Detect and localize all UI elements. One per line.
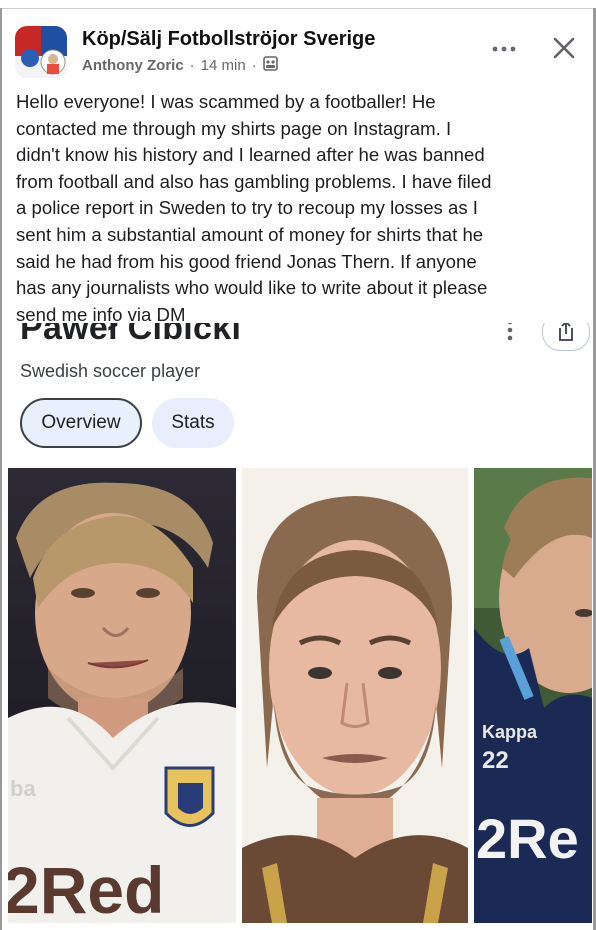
close-icon: [553, 37, 575, 59]
more-options-button[interactable]: [488, 35, 520, 59]
kit-brand-text: ba: [10, 776, 36, 801]
player-photo-3[interactable]: Kappa 22 2Re: [474, 468, 592, 923]
tab-overview[interactable]: Overview: [20, 398, 142, 448]
entity-subtitle: Swedish soccer player: [20, 361, 201, 381]
tab-stats[interactable]: Stats: [152, 398, 234, 448]
group-name[interactable]: Köp/Sälj Fotbollströjor Sverige: [82, 28, 375, 51]
meta-separator: ·: [251, 57, 257, 74]
author-name[interactable]: Anthony Zoric: [82, 57, 184, 74]
post-meta: Anthony Zoric · 14 min ·: [82, 56, 278, 75]
kp-more-button[interactable]: [500, 323, 520, 343]
group-audience-icon: [262, 56, 278, 75]
share-icon: [559, 323, 573, 341]
post-body-text: Hello everyone! I was scammed by a footb…: [16, 91, 492, 325]
image-carousel: ba 2Red Kappa 22 2Re: [2, 468, 593, 930]
player-photo-1[interactable]: ba 2Red: [8, 468, 236, 923]
close-button[interactable]: [549, 33, 579, 63]
knowledge-panel: Paweł Cibicki Swedish soccer player Over…: [2, 323, 593, 468]
kit-sponsor-text: 2Red: [8, 853, 164, 923]
kit-sponsor-text-3: 2Re: [476, 807, 579, 870]
player-photo-2[interactable]: [242, 468, 468, 923]
more-horizontal-icon: [492, 46, 516, 52]
entity-title: Paweł Cibicki: [20, 323, 242, 347]
meta-separator: ·: [189, 57, 195, 74]
top-border: [0, 0, 596, 9]
more-vertical-icon: [507, 323, 513, 341]
post-time[interactable]: 14 min: [201, 57, 246, 74]
shirt-number: 22: [482, 747, 509, 774]
group-avatar[interactable]: [15, 26, 67, 78]
share-button[interactable]: [542, 323, 590, 351]
kit-brand-text-3: Kappa: [482, 722, 538, 742]
facebook-post-card: Köp/Sälj Fotbollströjor Sverige Anthony …: [2, 9, 593, 325]
